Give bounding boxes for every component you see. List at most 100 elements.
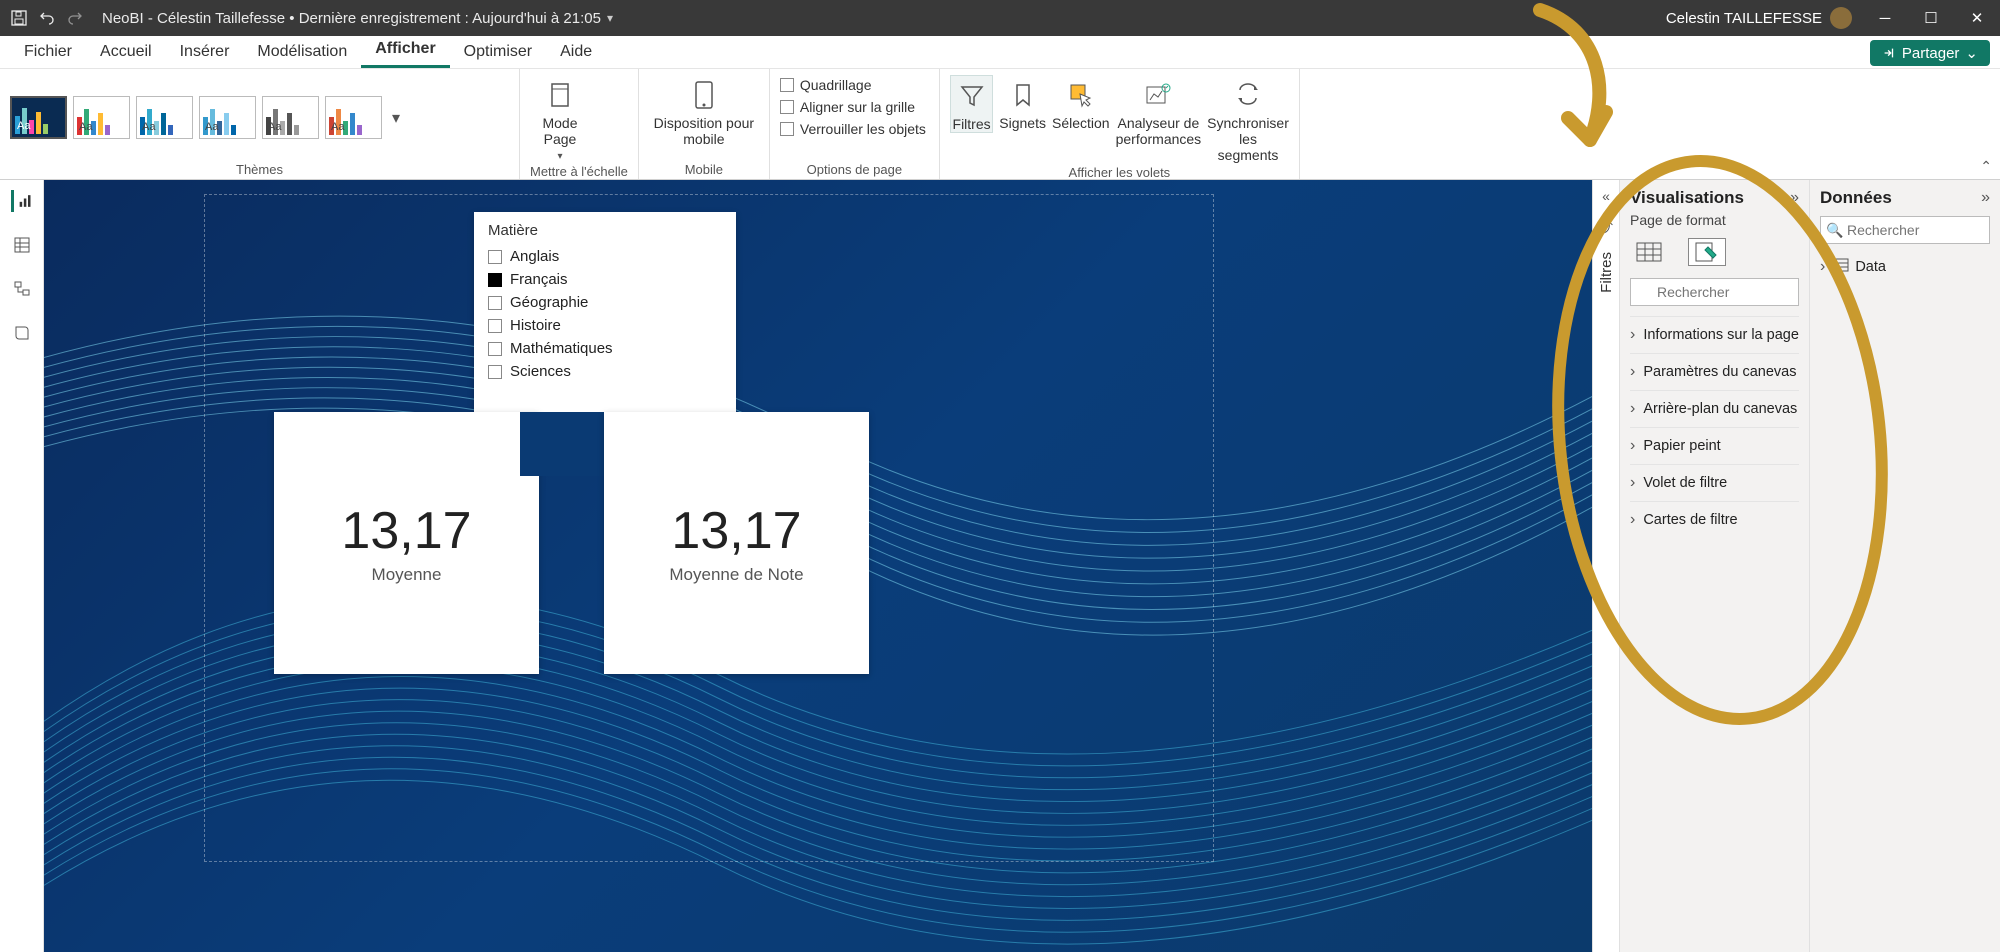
- mobile-icon: [688, 79, 720, 111]
- avatar: [1830, 7, 1852, 29]
- theme-more-icon[interactable]: ▾: [388, 108, 404, 128]
- mobile-layout-button[interactable]: Disposition pour mobile: [649, 75, 759, 147]
- window-title: NeoBI - Célestin Taillefesse • Dernière …: [94, 10, 601, 27]
- bookmark-icon: [1007, 79, 1039, 111]
- format-row-canvas-settings[interactable]: Paramètres du canevas: [1630, 353, 1799, 390]
- expand-left-icon[interactable]: [1602, 188, 1610, 204]
- group-label-scale: Mettre à l'échelle: [530, 162, 628, 179]
- data-view-icon[interactable]: [11, 234, 33, 256]
- share-icon: [1882, 46, 1896, 60]
- slicer-matiere[interactable]: Matière Anglais Français Géographie Hist…: [474, 212, 736, 412]
- chevron-down-icon: ▾: [557, 151, 562, 162]
- kpi-value: 13,17: [671, 501, 801, 561]
- ribbon-tabs: Fichier Accueil Insérer Modélisation Aff…: [0, 36, 2000, 69]
- perf-analyzer-button[interactable]: Analyseur de performances: [1116, 75, 1202, 147]
- theme-swatch-5[interactable]: Aa: [262, 96, 319, 139]
- theme-swatch-1[interactable]: Aa: [10, 96, 67, 139]
- viz-pane-subtitle: Page de format: [1630, 212, 1799, 228]
- page-mode-icon: [544, 79, 576, 111]
- ribbon: Aa Aa Aa Aa Aa Aa ▾ Thèmes Mode Page ▾ M…: [0, 69, 2000, 180]
- dax-view-icon[interactable]: [11, 322, 33, 344]
- format-row-wallpaper[interactable]: Papier peint: [1630, 427, 1799, 464]
- theme-swatch-6[interactable]: Aa: [325, 96, 382, 139]
- tab-inserer[interactable]: Insérer: [166, 36, 244, 68]
- group-label-mobile: Mobile: [649, 160, 759, 177]
- group-label-show-panes: Afficher les volets: [950, 163, 1289, 180]
- gridlines-checkbox[interactable]: Quadrillage: [780, 75, 872, 95]
- selection-button[interactable]: Sélection: [1052, 75, 1110, 131]
- collapse-pane-icon[interactable]: [1981, 189, 1990, 207]
- viz-search-input[interactable]: [1630, 278, 1799, 306]
- share-button[interactable]: Partager ⌄: [1870, 40, 1990, 66]
- main: Matière Anglais Français Géographie Hist…: [0, 180, 2000, 952]
- left-rail: [0, 180, 44, 952]
- slicer-option[interactable]: Histoire: [488, 314, 722, 337]
- tab-optimiser[interactable]: Optimiser: [450, 36, 546, 68]
- slicer-option[interactable]: Mathématiques: [488, 337, 722, 360]
- gauge-icon: [1142, 79, 1174, 111]
- minimize-button[interactable]: ─: [1862, 0, 1908, 36]
- report-view-icon[interactable]: [11, 190, 33, 212]
- slicer-option[interactable]: Anglais: [488, 245, 722, 268]
- lock-objects-checkbox[interactable]: Verrouiller les objets: [780, 119, 926, 139]
- bookmarks-button[interactable]: Signets: [999, 75, 1046, 131]
- data-pane: Données 🔍 Data: [1810, 180, 2000, 952]
- slicer-option[interactable]: Sciences: [488, 360, 722, 383]
- redo-icon[interactable]: [66, 9, 84, 27]
- search-icon: 🔍: [1826, 222, 1843, 239]
- user-account[interactable]: Celestin TAILLEFESSE: [1666, 7, 1862, 29]
- tab-accueil[interactable]: Accueil: [86, 36, 166, 68]
- sync-slicers-button[interactable]: Synchroniser les segments: [1207, 75, 1289, 163]
- format-row-page-info[interactable]: Informations sur la page: [1630, 316, 1799, 353]
- visualizations-pane: Visualisations Page de format 🔍 Informat…: [1620, 180, 1810, 952]
- kpi-value: 13,17: [341, 501, 471, 561]
- title-dropdown-icon[interactable]: ▾: [601, 11, 613, 25]
- slicer-title: Matière: [488, 222, 722, 239]
- filters-button[interactable]: Filtres: [950, 75, 993, 133]
- kpi-card-moyenne-note[interactable]: 13,17 Moyenne de Note: [604, 412, 869, 674]
- filter-icon: [956, 80, 988, 112]
- viz-pane-title: Visualisations: [1630, 188, 1744, 208]
- format-page-icon[interactable]: [1688, 238, 1726, 266]
- user-name: Celestin TAILLEFESSE: [1666, 10, 1822, 27]
- undo-icon[interactable]: [38, 9, 56, 27]
- maximize-button[interactable]: ☐: [1908, 0, 1954, 36]
- kpi-label: Moyenne: [372, 565, 442, 585]
- snap-grid-checkbox[interactable]: Aligner sur la grille: [780, 97, 915, 117]
- theme-swatch-4[interactable]: Aa: [199, 96, 256, 139]
- format-row-filter-pane[interactable]: Volet de filtre: [1630, 464, 1799, 501]
- kpi-label: Moyenne de Note: [669, 565, 803, 585]
- mode-page-button[interactable]: Mode Page ▾: [530, 75, 590, 162]
- data-search-input[interactable]: [1820, 216, 1990, 244]
- kpi-card-moyenne[interactable]: 13,17 Moyenne: [274, 412, 539, 674]
- tab-modelisation[interactable]: Modélisation: [243, 36, 361, 68]
- build-visual-icon[interactable]: [1630, 238, 1668, 266]
- save-icon[interactable]: [10, 9, 28, 27]
- close-button[interactable]: ✕: [1954, 0, 2000, 36]
- sync-icon: [1232, 79, 1264, 111]
- tab-fichier[interactable]: Fichier: [10, 36, 86, 68]
- collapse-ribbon-icon[interactable]: ⌃: [1980, 158, 1992, 175]
- collapse-pane-icon[interactable]: [1790, 189, 1799, 207]
- table-icon: [1833, 258, 1849, 276]
- slicer-option[interactable]: Français: [488, 268, 722, 291]
- filters-share-icon[interactable]: ⤴: [1599, 218, 1613, 238]
- title-bar: NeoBI - Célestin Taillefesse • Dernière …: [0, 0, 2000, 36]
- format-row-canvas-bg[interactable]: Arrière-plan du canevas: [1630, 390, 1799, 427]
- data-pane-title: Données: [1820, 188, 1892, 208]
- filters-label: Filtres: [1598, 252, 1615, 293]
- format-row-filter-cards[interactable]: Cartes de filtre: [1630, 501, 1799, 538]
- group-label-page-options: Options de page: [780, 160, 929, 177]
- chevron-down-icon: ⌄: [1965, 44, 1978, 62]
- theme-swatch-2[interactable]: Aa: [73, 96, 130, 139]
- theme-swatch-3[interactable]: Aa: [136, 96, 193, 139]
- model-view-icon[interactable]: [11, 278, 33, 300]
- group-label-themes: Thèmes: [10, 160, 509, 177]
- tab-aide[interactable]: Aide: [546, 36, 606, 68]
- selection-icon: [1065, 79, 1097, 111]
- report-canvas[interactable]: Matière Anglais Français Géographie Hist…: [44, 180, 1592, 952]
- filters-pane-collapsed[interactable]: ⤴ Filtres: [1592, 180, 1620, 952]
- slicer-option[interactable]: Géographie: [488, 291, 722, 314]
- tab-afficher[interactable]: Afficher: [361, 33, 449, 68]
- data-table-item[interactable]: Data: [1820, 254, 1990, 280]
